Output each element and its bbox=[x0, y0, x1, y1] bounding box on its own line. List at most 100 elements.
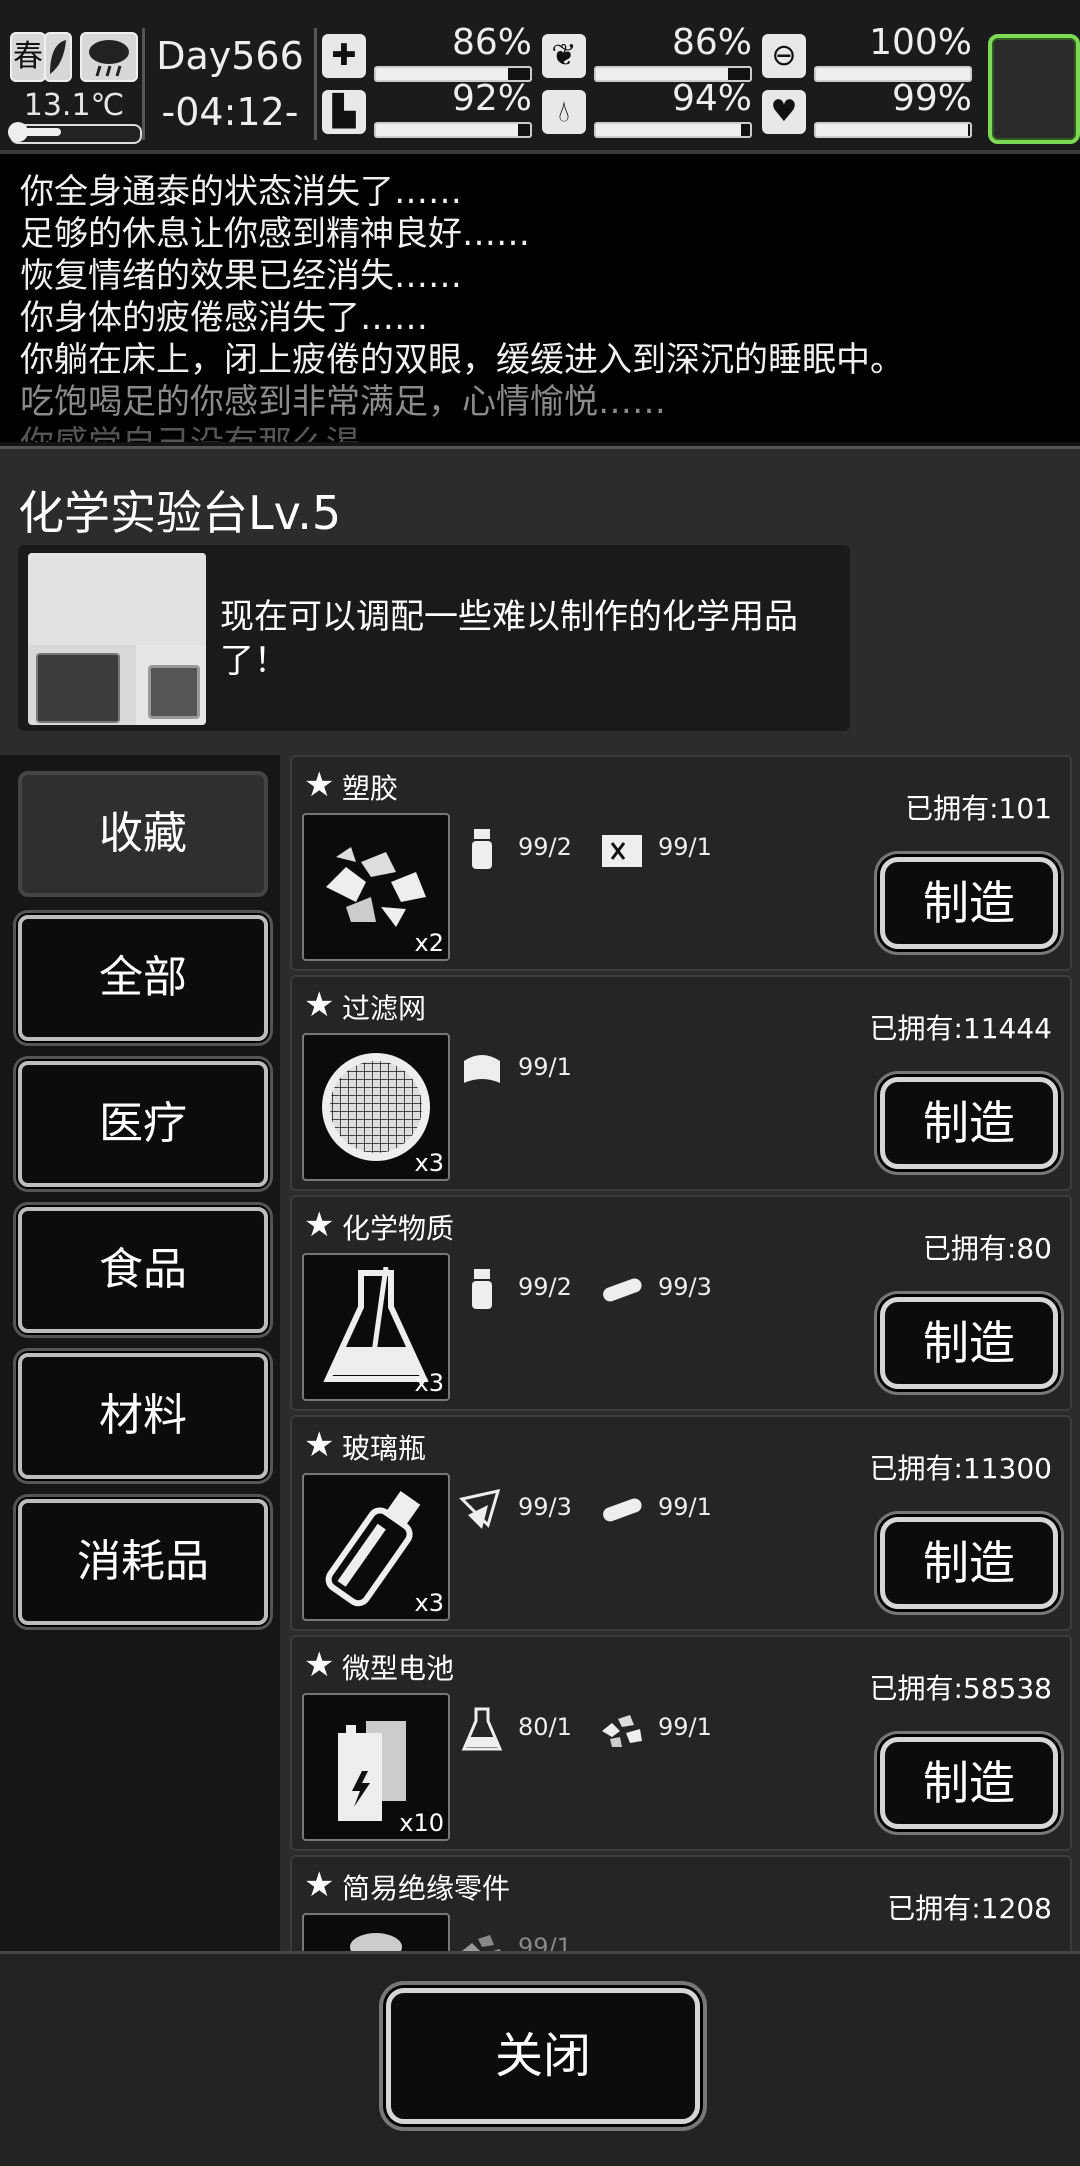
stat-thirst: 💧︎ 94% bbox=[542, 78, 752, 140]
glass-bottle-icon: x3 bbox=[302, 1473, 450, 1621]
stat-stamina: ▙ 92% bbox=[322, 78, 532, 140]
stat-mood: ⊖ 100% bbox=[762, 22, 972, 84]
quick-slot[interactable] bbox=[988, 34, 1080, 144]
owned-count: 已拥有:1208 bbox=[887, 1892, 1052, 1925]
stat-bar-fill bbox=[596, 124, 741, 136]
ingredient-count: 99/3 bbox=[518, 1493, 572, 1521]
star-icon[interactable]: ★ bbox=[304, 765, 334, 805]
star-icon[interactable]: ★ bbox=[304, 985, 334, 1025]
ingredient-count: 99/3 bbox=[658, 1273, 712, 1301]
ingredient-count: 99/1 bbox=[658, 1713, 712, 1741]
panel-footer: 关闭 bbox=[0, 1951, 1080, 2166]
message-log[interactable]: 你全身通泰的状态消失了…… 足够的休息让你感到精神良好…… 恢复情绪的效果已经消… bbox=[0, 154, 1080, 442]
recipe-row: ★ 微型电池 已拥有:58538 x10 80/1 99/1 制造 bbox=[290, 1635, 1072, 1851]
category-food[interactable]: 食品 bbox=[18, 1207, 268, 1333]
owned-count: 已拥有:101 bbox=[905, 792, 1052, 825]
close-button[interactable]: 关闭 bbox=[386, 1988, 700, 2124]
owned-count: 已拥有:11444 bbox=[869, 1012, 1052, 1045]
stat-bar bbox=[594, 122, 752, 138]
water-drop-icon: 💧︎ bbox=[542, 90, 586, 134]
ingredient-count: 80/1 bbox=[518, 1713, 572, 1741]
plastic-scraps-icon bbox=[462, 1935, 501, 1951]
workbench-title: 化学实验台Lv.5 bbox=[18, 486, 342, 540]
craft-button[interactable]: 制造 bbox=[880, 1077, 1058, 1169]
yield-qty: x3 bbox=[414, 1589, 444, 1617]
boot-icon: ▙ bbox=[322, 90, 366, 134]
day-counter: Day566 bbox=[156, 34, 304, 78]
recipe-name: 过滤网 bbox=[342, 992, 427, 1025]
recipe-name: 简易绝缘零件 bbox=[342, 1872, 511, 1905]
pill-icon: ⊖ bbox=[762, 34, 806, 78]
recipe-row: ★ 玻璃瓶 已拥有:11300 x3 99/3 99/1 制造 bbox=[290, 1415, 1072, 1631]
star-icon[interactable]: ★ bbox=[304, 1645, 334, 1685]
thermometer-fill bbox=[20, 128, 61, 136]
stat-percent: 94% bbox=[671, 78, 752, 119]
stat-bar-fill bbox=[376, 124, 518, 136]
recipe-list[interactable]: ★ 塑胶 已拥有:101 x2 99/2 99/1 制造 ★ 过滤网 已拥有:1… bbox=[288, 755, 1072, 1951]
stat-health: ✚ 86% bbox=[322, 22, 532, 84]
craft-button[interactable]: 制造 bbox=[880, 1737, 1058, 1829]
recipe-name: 玻璃瓶 bbox=[342, 1432, 427, 1465]
stat-percent: 99% bbox=[891, 78, 972, 119]
category-medical[interactable]: 医疗 bbox=[18, 1061, 268, 1187]
game-clock: -04:12- bbox=[161, 90, 299, 134]
star-icon[interactable]: ★ bbox=[304, 1425, 334, 1465]
yield-qty: x3 bbox=[414, 1369, 444, 1397]
ingredient-count: 99/1 bbox=[658, 833, 712, 861]
category-favorites[interactable]: 收藏 bbox=[18, 771, 268, 897]
recipe-name: 微型电池 bbox=[342, 1652, 455, 1685]
ingredient-count: 99/1 bbox=[518, 1933, 572, 1951]
recipe-name: 化学物质 bbox=[342, 1212, 455, 1245]
workbench-description: 现在可以调配一些难以制作的化学用品了！ bbox=[220, 597, 798, 681]
category-all[interactable]: 全部 bbox=[18, 915, 268, 1041]
ingredient-count: 99/2 bbox=[518, 1273, 572, 1301]
plastic-scraps-icon: x2 bbox=[302, 813, 450, 961]
stat-bar-fill bbox=[816, 124, 969, 136]
insulator-icon bbox=[302, 1913, 450, 1951]
flask-icon bbox=[461, 1707, 503, 1751]
temperature-readout: 13.1℃ bbox=[23, 88, 125, 123]
ingredient-count: 99/1 bbox=[658, 1493, 712, 1521]
stomach-icon: ❦ bbox=[542, 34, 586, 78]
divider bbox=[314, 28, 317, 140]
plastic-scraps-icon bbox=[602, 1715, 642, 1747]
rain-cloud-icon bbox=[80, 32, 138, 82]
star-icon[interactable]: ★ bbox=[304, 1865, 334, 1905]
stat-percent: 92% bbox=[451, 78, 532, 119]
yield-qty: x2 bbox=[414, 929, 444, 957]
craft-button[interactable]: 制造 bbox=[880, 1517, 1058, 1609]
stat-percent: 86% bbox=[671, 22, 752, 63]
stat-bar bbox=[374, 122, 532, 138]
star-icon[interactable]: ★ bbox=[304, 1205, 334, 1245]
ingredient-count: 99/1 bbox=[518, 1053, 572, 1081]
glass-shard-icon bbox=[459, 1488, 501, 1529]
category-list: 收藏 全部 医疗 食品 材料 消耗品 bbox=[0, 755, 280, 1951]
spray-bottle-icon bbox=[472, 1269, 492, 1309]
filter-mesh-icon: x3 bbox=[302, 1033, 450, 1181]
category-materials[interactable]: 材料 bbox=[18, 1353, 268, 1479]
season-badge: 春 bbox=[10, 32, 46, 82]
owned-count: 已拥有:58538 bbox=[869, 1672, 1052, 1705]
recipe-row: ★ 简易绝缘零件 已拥有:1208 99/1 bbox=[290, 1855, 1072, 1951]
craft-button[interactable]: 制造 bbox=[880, 857, 1058, 949]
stat-percent: 100% bbox=[869, 22, 972, 63]
spray-bottle-icon bbox=[472, 829, 492, 869]
heart-icon: ♥ bbox=[762, 90, 806, 134]
pipe-icon bbox=[603, 1278, 642, 1302]
owned-count: 已拥有:80 bbox=[922, 1232, 1052, 1265]
owned-count: 已拥有:11300 bbox=[869, 1452, 1052, 1485]
workbench-panel: 化学实验台Lv.5 现在可以调配一些难以制作的化学用品了！ 收藏 全部 医疗 食… bbox=[0, 446, 1080, 2166]
recipe-row: ★ 化学物质 已拥有:80 x3 99/2 99/3 制造 bbox=[290, 1195, 1072, 1411]
leaf-icon bbox=[44, 32, 72, 82]
status-bar: 春 13.1℃ Day566 -04:12- ✚ 86% ❦ 86% ⊖ 100… bbox=[0, 0, 1080, 154]
category-consumables[interactable]: 消耗品 bbox=[18, 1499, 268, 1625]
stat-hunger: ❦ 86% bbox=[542, 22, 752, 84]
yield-qty: x3 bbox=[414, 1149, 444, 1177]
craft-button[interactable]: 制造 bbox=[880, 1297, 1058, 1389]
pipe-icon bbox=[603, 1498, 642, 1522]
stat-percent: 86% bbox=[451, 22, 532, 63]
divider bbox=[142, 28, 145, 140]
cloth-icon bbox=[464, 1055, 500, 1083]
thermometer-bar bbox=[8, 122, 142, 144]
recipe-name: 塑胶 bbox=[342, 772, 399, 805]
